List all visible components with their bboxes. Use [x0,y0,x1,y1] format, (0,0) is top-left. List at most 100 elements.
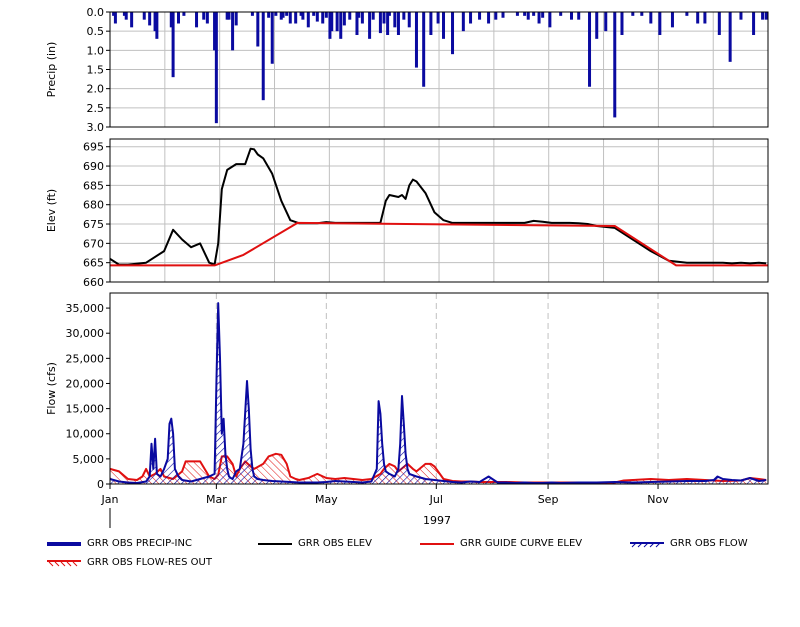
precip-bar [523,12,527,16]
precip-bar [604,12,608,32]
x-tick-label: Mar [206,493,227,506]
legend-swatch-precip [47,541,81,546]
hydrology-chart: 0.0 0.5 1.0 1.5 2.0 2.5 3.0 Precip (in) 660 665 67… [0,0,800,627]
precip-bar [685,12,689,16]
precip-bar [285,12,289,16]
x-tick-label: Nov [647,493,669,506]
precip-bar [330,12,334,32]
precip-bar [541,12,545,18]
precip-bar [231,12,235,51]
precip-bar [515,12,519,16]
precip-bar [234,12,238,26]
legend-label-precip: GRR OBS PRECIP-INC [87,538,192,549]
year-label: 1997 [423,514,451,527]
precip-bar [306,12,310,28]
y-tick-label: 680 [83,199,104,212]
precip-bar [202,12,206,20]
precip-bar [532,12,536,16]
precip-bar [469,12,473,24]
panel-frame [109,292,769,485]
precip-bar [703,12,707,24]
legend-item-elev: GRR OBS ELEV [258,538,372,549]
precip-bar [487,12,491,24]
precip-bar [526,12,530,20]
precip-bar [501,12,505,18]
y-tick-label: 0.5 [87,25,105,38]
precip-bar [414,12,418,68]
precip-bar [288,12,292,24]
precip-bar [267,12,271,18]
precip-bar [570,12,574,20]
precip-bar [649,12,653,24]
precip-bar [393,12,397,28]
precip-bar [315,12,319,22]
precip-bar [321,12,325,24]
precip-bar [442,12,446,39]
precip-bar [436,12,440,24]
precip-bar [301,12,305,20]
x-tick-label: Jan [101,493,119,506]
precip-bar [324,12,328,18]
precip-bar [696,12,700,24]
precip-bar [142,12,146,20]
legend-item-precip: GRR OBS PRECIP-INC [47,538,192,549]
precip-bar [371,12,375,20]
y-tick-label: 695 [83,141,104,154]
legend-label-elev: GRR OBS ELEV [298,538,372,549]
y-tick-label: 690 [83,160,104,173]
precip-bar [461,12,465,32]
y-tick-label: 685 [83,179,104,192]
precip-bar [613,12,617,118]
precip-bar [752,12,756,35]
precip-bar [407,12,411,28]
precip-bar [348,12,352,20]
precip-bar [559,12,563,16]
y-tick-label: 35,000 [66,302,105,315]
precip-bar [577,12,581,20]
y-tick-label: 1.5 [87,64,105,77]
y-tick-label: 2.0 [87,83,105,96]
precip-bar [378,12,382,34]
y-tick-label: 2.5 [87,102,105,115]
precip-bar [281,12,285,18]
legend-swatch-elev [258,542,292,545]
series-area-obs-flow [110,303,767,484]
y-tick-label: 5,000 [73,453,105,466]
precip-bar [640,12,644,16]
precip-bar [342,12,346,26]
legend-label-resout: GRR OBS FLOW-RES OUT [87,557,212,568]
legend-swatch-flow [630,541,664,547]
legend-item-guide: GRR GUIDE CURVE ELEV [420,538,582,549]
precip-bar [195,12,199,28]
precip-bar [548,12,552,28]
precip-bar [402,12,406,20]
y-tick-label: 660 [83,276,104,289]
precip-bar [124,12,128,20]
y-tick-label: 25,000 [66,352,105,365]
precip-bar [387,12,391,16]
legend: GRR OBS PRECIP-INC GRR OBS ELEV GRR GUID… [0,535,800,575]
precip-bar [227,12,231,20]
precip-bar [595,12,599,39]
legend-swatch-resout [47,559,81,566]
precip-bar [620,12,624,35]
precip-bar [360,12,364,24]
precip-bar [396,12,400,35]
precip-bar [261,12,265,101]
y-tick-label: 20,000 [66,377,105,390]
precip-bar [717,12,721,35]
series-line-obs-flow [109,302,767,484]
y-tick-label: 0 [97,478,104,491]
precip-bar [368,12,372,39]
precip-bar [294,12,298,24]
precip-bar [312,12,316,16]
precip-bar [205,12,209,24]
precip-bar [214,12,218,124]
precip-bar [182,12,186,16]
precip-bar [494,12,498,20]
y-axis-label: Elev (ft) [45,189,58,232]
legend-swatch-guide [420,542,454,545]
precip-bar [588,12,592,87]
precip-bar [250,12,254,16]
precip-bar [382,12,386,24]
